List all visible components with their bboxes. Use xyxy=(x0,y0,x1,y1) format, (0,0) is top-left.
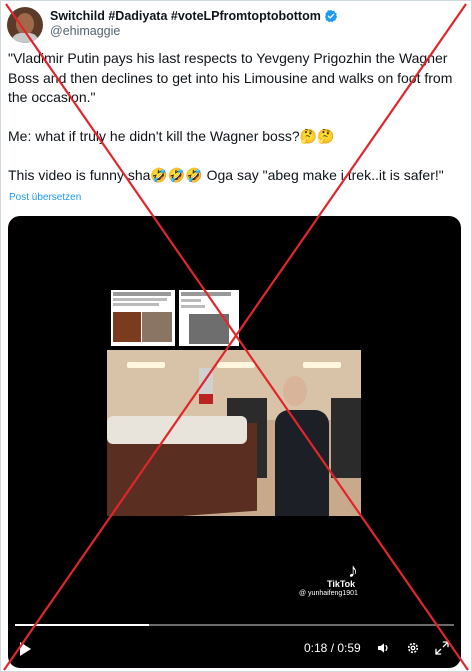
volume-icon[interactable] xyxy=(376,640,392,656)
tweet-funny-paragraph: This video is funny sha🤣🤣🤣 Oga say "abeg… xyxy=(8,167,444,183)
avatar-shirt xyxy=(11,33,39,43)
ceiling-light xyxy=(217,362,255,368)
video-player[interactable]: ♪ TikTok @ yunhaifeng1901 0:18 / 0:59 xyxy=(8,216,461,668)
video-frame xyxy=(107,288,361,556)
author-names: Switchild #Dadiyata #voteLPfromtoptobott… xyxy=(50,9,338,38)
flag xyxy=(199,368,213,394)
man-head xyxy=(283,376,307,406)
video-controls: 0:18 / 0:59 xyxy=(8,636,461,660)
time-display: 0:18 / 0:59 xyxy=(304,641,361,655)
display-name[interactable]: Switchild #Dadiyata #voteLPfromtoptobott… xyxy=(50,9,321,23)
fullscreen-icon[interactable] xyxy=(434,640,450,656)
translate-link[interactable]: Post übersetzen xyxy=(9,192,81,203)
progress-fill xyxy=(15,624,149,626)
display-name-row: Switchild #Dadiyata #voteLPfromtoptobott… xyxy=(50,9,338,23)
play-icon[interactable] xyxy=(20,642,31,656)
avatar-face xyxy=(16,13,34,35)
author-handle[interactable]: @ehimaggie xyxy=(50,24,338,38)
video-scene xyxy=(107,350,361,516)
man-figure xyxy=(275,410,329,516)
ceiling-light xyxy=(303,362,341,368)
tweet-comment-paragraph: Me: what if truly he didn't kill the Wag… xyxy=(8,128,335,144)
flag-stripe xyxy=(199,394,213,404)
tiktok-watermark: TikTok xyxy=(327,579,356,589)
tweet-header: Switchild #Dadiyata #voteLPfromtoptobott… xyxy=(7,7,338,43)
tweet-text: "Vladimir Putin pays his last respects t… xyxy=(8,49,468,186)
embedded-screenshot-right xyxy=(179,290,239,346)
embedded-screenshot-left xyxy=(111,290,175,346)
progress-bar[interactable] xyxy=(15,624,454,626)
coffin-lining xyxy=(107,416,247,444)
avatar[interactable] xyxy=(7,7,43,43)
gear-icon[interactable] xyxy=(405,640,421,656)
verified-icon xyxy=(324,9,337,23)
ceiling-light xyxy=(127,362,165,368)
crowd xyxy=(331,398,361,478)
tweet-quote-paragraph: "Vladimir Putin pays his last respects t… xyxy=(8,50,453,105)
tiktok-username: @ yunhaifeng1901 xyxy=(299,590,358,597)
